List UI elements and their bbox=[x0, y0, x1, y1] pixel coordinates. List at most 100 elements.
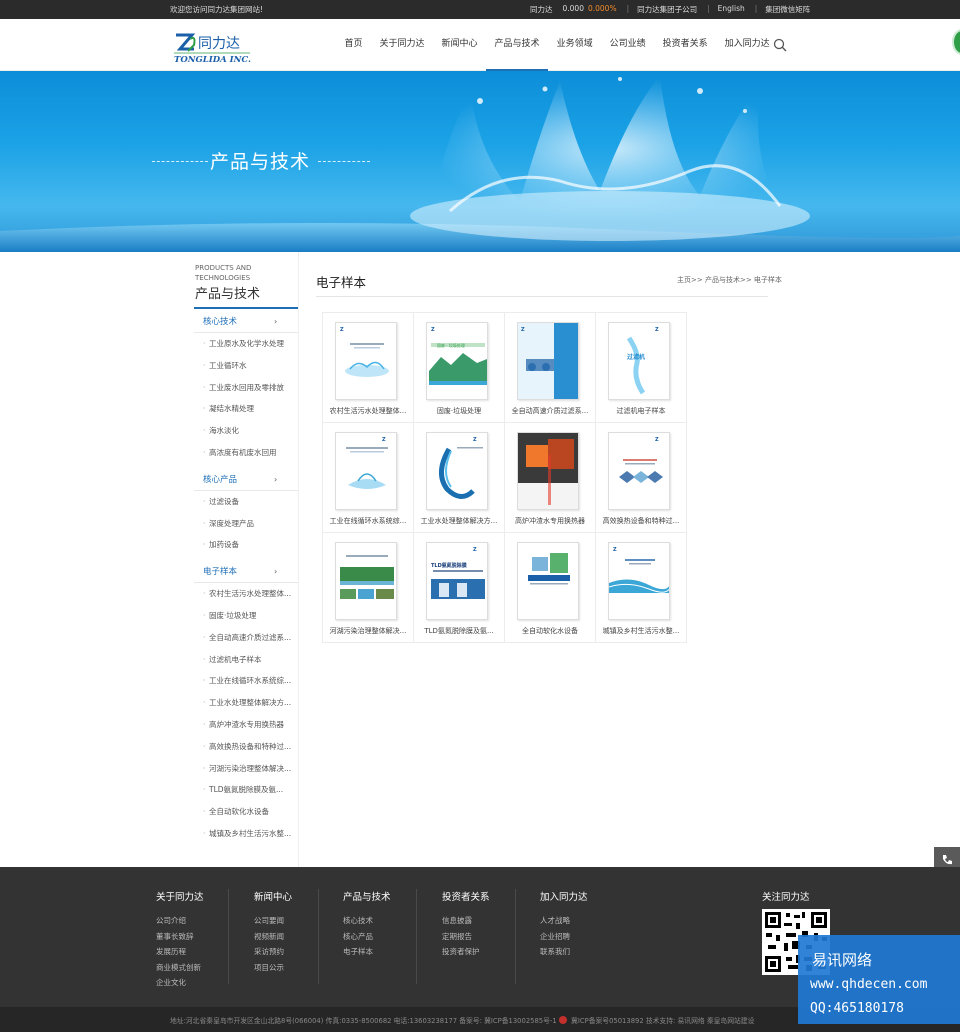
english-link[interactable]: English bbox=[718, 4, 745, 15]
sidebar-item[interactable]: · 工业在线循环水系统综... bbox=[194, 670, 298, 692]
sample-card[interactable]: 河湖污染治理整体解决... bbox=[322, 532, 414, 643]
nav-investors[interactable]: 投资者关系 bbox=[654, 19, 716, 71]
sidebar-item[interactable]: · 全自动软化水设备 bbox=[194, 801, 298, 823]
sidebar-item[interactable]: · 深度处理产品 bbox=[194, 513, 298, 535]
copyright-text: 地址:河北省秦皇岛市开发区金山北路8号(066004) 传真:0335-8500… bbox=[170, 1015, 754, 1025]
main-nav: 首页 关于同力达 新闻中心 产品与技术 业务领域 公司业绩 投资者关系 加入同力… bbox=[336, 19, 778, 71]
sidebar-item[interactable]: · 河湖污染治理整体解决... bbox=[194, 758, 298, 780]
brochure-cover: Z bbox=[426, 432, 488, 510]
banner-line-right bbox=[318, 161, 370, 162]
breadcrumb[interactable]: 主页>> 产品与技术>> 电子样本 bbox=[677, 275, 782, 285]
search-icon[interactable] bbox=[773, 38, 787, 52]
footer-link[interactable]: 信息披露 bbox=[442, 913, 490, 929]
brochure-cover bbox=[517, 542, 579, 620]
sidebar-item[interactable]: · 高浓度有机废水回用 bbox=[194, 442, 298, 464]
footer-divider bbox=[416, 889, 417, 984]
sample-card[interactable]: Z 工业在线循环水系统综... bbox=[322, 422, 414, 533]
footer-link[interactable]: 电子样本 bbox=[343, 944, 391, 960]
brochure-cover: Z bbox=[517, 322, 579, 400]
wechat-link[interactable]: 集团微信矩阵 bbox=[765, 4, 810, 15]
brochure-cover: Z bbox=[335, 322, 397, 400]
sidebar-item[interactable]: · TLD氨氮脱除膜及氨... bbox=[194, 779, 298, 801]
sample-card[interactable]: Z 全自动高速介质过滤系... bbox=[504, 312, 596, 423]
sidebar-item[interactable]: · 过滤设备 bbox=[194, 491, 298, 513]
sidebar-item[interactable]: · 工业原水及化学水处理 bbox=[194, 333, 298, 355]
sample-card[interactable]: Z 城镇及乡村生活污水整... bbox=[595, 532, 687, 643]
banner: 产品与技术 bbox=[0, 71, 960, 252]
sidebar-item[interactable]: · 农村生活污水处理整体... bbox=[194, 583, 298, 605]
nav-about[interactable]: 关于同力达 bbox=[371, 19, 433, 71]
divider: | bbox=[707, 4, 710, 13]
sidebar-item[interactable]: · 过滤机电子样本 bbox=[194, 649, 298, 671]
sample-card[interactable]: Z 高效换热设备和特种过... bbox=[595, 422, 687, 533]
subsidiaries-link[interactable]: 同力达集团子公司 bbox=[637, 4, 697, 15]
footer-col-title: 新闻中心 bbox=[254, 892, 293, 903]
footer-link[interactable]: 董事长致辞 bbox=[156, 929, 204, 945]
sidebar-category-core-tech[interactable]: 核心技术 › bbox=[194, 311, 298, 333]
sidebar-item[interactable]: · 凝结水精处理 bbox=[194, 398, 298, 420]
sample-card[interactable]: Z 农村生活污水处理整体... bbox=[322, 312, 414, 423]
sidebar-item[interactable]: · 海水淡化 bbox=[194, 420, 298, 442]
brochure-cover: Z bbox=[608, 432, 670, 510]
footer-col-title: 投资者关系 bbox=[442, 892, 490, 903]
sample-card[interactable]: 高炉冲渣水专用换热器 bbox=[504, 422, 596, 533]
online-badge-icon[interactable] bbox=[952, 29, 960, 55]
footer-link[interactable]: 核心产品 bbox=[343, 929, 391, 945]
footer-link[interactable]: 商业模式创新 bbox=[156, 960, 204, 976]
brochure-cover: Z 固废 · 垃圾处理 bbox=[426, 322, 488, 400]
watermark-brand: 易讯网络 bbox=[812, 951, 873, 969]
footer-link[interactable]: 企业文化 bbox=[156, 975, 204, 991]
nav-performance[interactable]: 公司业绩 bbox=[601, 19, 654, 71]
phone-icon bbox=[943, 855, 952, 865]
nav-home[interactable]: 首页 bbox=[336, 19, 371, 71]
sample-card[interactable]: Z 工业水处理整体解决方... bbox=[413, 422, 505, 533]
sidebar-category-core-products[interactable]: 核心产品 › bbox=[194, 468, 298, 491]
footer-link[interactable]: 发展历程 bbox=[156, 944, 204, 960]
logo[interactable]: 同力达 TONGLIDA INC. bbox=[172, 31, 252, 65]
sidebar-item[interactable]: · 城镇及乡村生活污水整... bbox=[194, 823, 298, 845]
police-badge-icon bbox=[558, 1016, 567, 1024]
svg-text:Z: Z bbox=[613, 547, 617, 553]
footer-link[interactable]: 联系我们 bbox=[540, 944, 588, 960]
footer-link[interactable]: 投资者保护 bbox=[442, 944, 490, 960]
footer-link[interactable]: 核心技术 bbox=[343, 913, 391, 929]
chevron-right-icon: › bbox=[274, 474, 278, 484]
category-label: 电子样本 bbox=[203, 567, 238, 578]
sidebar-item[interactable]: · 全自动高速介质过滤系... bbox=[194, 627, 298, 649]
nav-business[interactable]: 业务领域 bbox=[548, 19, 601, 71]
nav-news[interactable]: 新闻中心 bbox=[433, 19, 486, 71]
sidebar-item[interactable]: · 工业水处理整体解决方... bbox=[194, 692, 298, 714]
sample-card[interactable]: Z 过滤机 过滤机电子样本 bbox=[595, 312, 687, 423]
footer-link[interactable]: 企业招聘 bbox=[540, 929, 588, 945]
sidebar-category-e-samples[interactable]: 电子样本 › bbox=[194, 561, 298, 584]
banner-line-left bbox=[152, 161, 208, 162]
footer-link[interactable]: 定期报告 bbox=[442, 929, 490, 945]
chevron-right-icon: › bbox=[274, 567, 278, 577]
sample-card[interactable]: Z TLD氨氮脱除膜 TLD氨氮脱除膜及氨... bbox=[413, 532, 505, 643]
sidebar-item[interactable]: · 固废·垃圾处理 bbox=[194, 605, 298, 627]
footer-link[interactable]: 公司介绍 bbox=[156, 913, 204, 929]
sample-title: 固废·垃圾处理 bbox=[436, 407, 482, 415]
sample-title: 城镇及乡村生活污水整... bbox=[602, 627, 680, 635]
follow-title: 关注同力达 bbox=[762, 892, 810, 903]
sidebar-item[interactable]: · 加药设备 bbox=[194, 534, 298, 556]
sample-title: TLD氨氮脱除膜及氨... bbox=[424, 627, 494, 635]
footer-link[interactable]: 公司要闻 bbox=[254, 913, 292, 929]
sidebar-item[interactable]: · 高效换热设备和特种过... bbox=[194, 736, 298, 758]
svg-text:Z: Z bbox=[473, 437, 477, 443]
nav-join[interactable]: 加入同力达 bbox=[716, 19, 778, 71]
sidebar-item[interactable]: · 工业循环水 bbox=[194, 355, 298, 377]
footer-link[interactable]: 采访预约 bbox=[254, 944, 292, 960]
sidebar-item[interactable]: · 高炉冲渣水专用换热器 bbox=[194, 714, 298, 736]
sidebar-item[interactable]: · 工业废水回用及零排放 bbox=[194, 377, 298, 399]
cover-text: 固废 · 垃圾处理 bbox=[437, 342, 465, 348]
top-links: 同力达 0.000 0.000% | 同力达集团子公司 | English | … bbox=[530, 4, 820, 15]
sample-card[interactable]: 全自动软化水设备 bbox=[504, 532, 596, 643]
footer-link[interactable]: 项目公示 bbox=[254, 960, 292, 976]
brochure-cover: Z TLD氨氮脱除膜 bbox=[426, 542, 488, 620]
sample-card[interactable]: Z 固废 · 垃圾处理 固废·垃圾处理 bbox=[413, 312, 505, 423]
footer-link[interactable]: 人才战略 bbox=[540, 913, 588, 929]
footer-link[interactable]: 视频新闻 bbox=[254, 929, 292, 945]
nav-products[interactable]: 产品与技术 bbox=[486, 19, 549, 71]
copyright-line: 冀ICP备案号05013892 技术支持: 易讯网络 秦皇岛网站建设 bbox=[571, 1017, 755, 1025]
